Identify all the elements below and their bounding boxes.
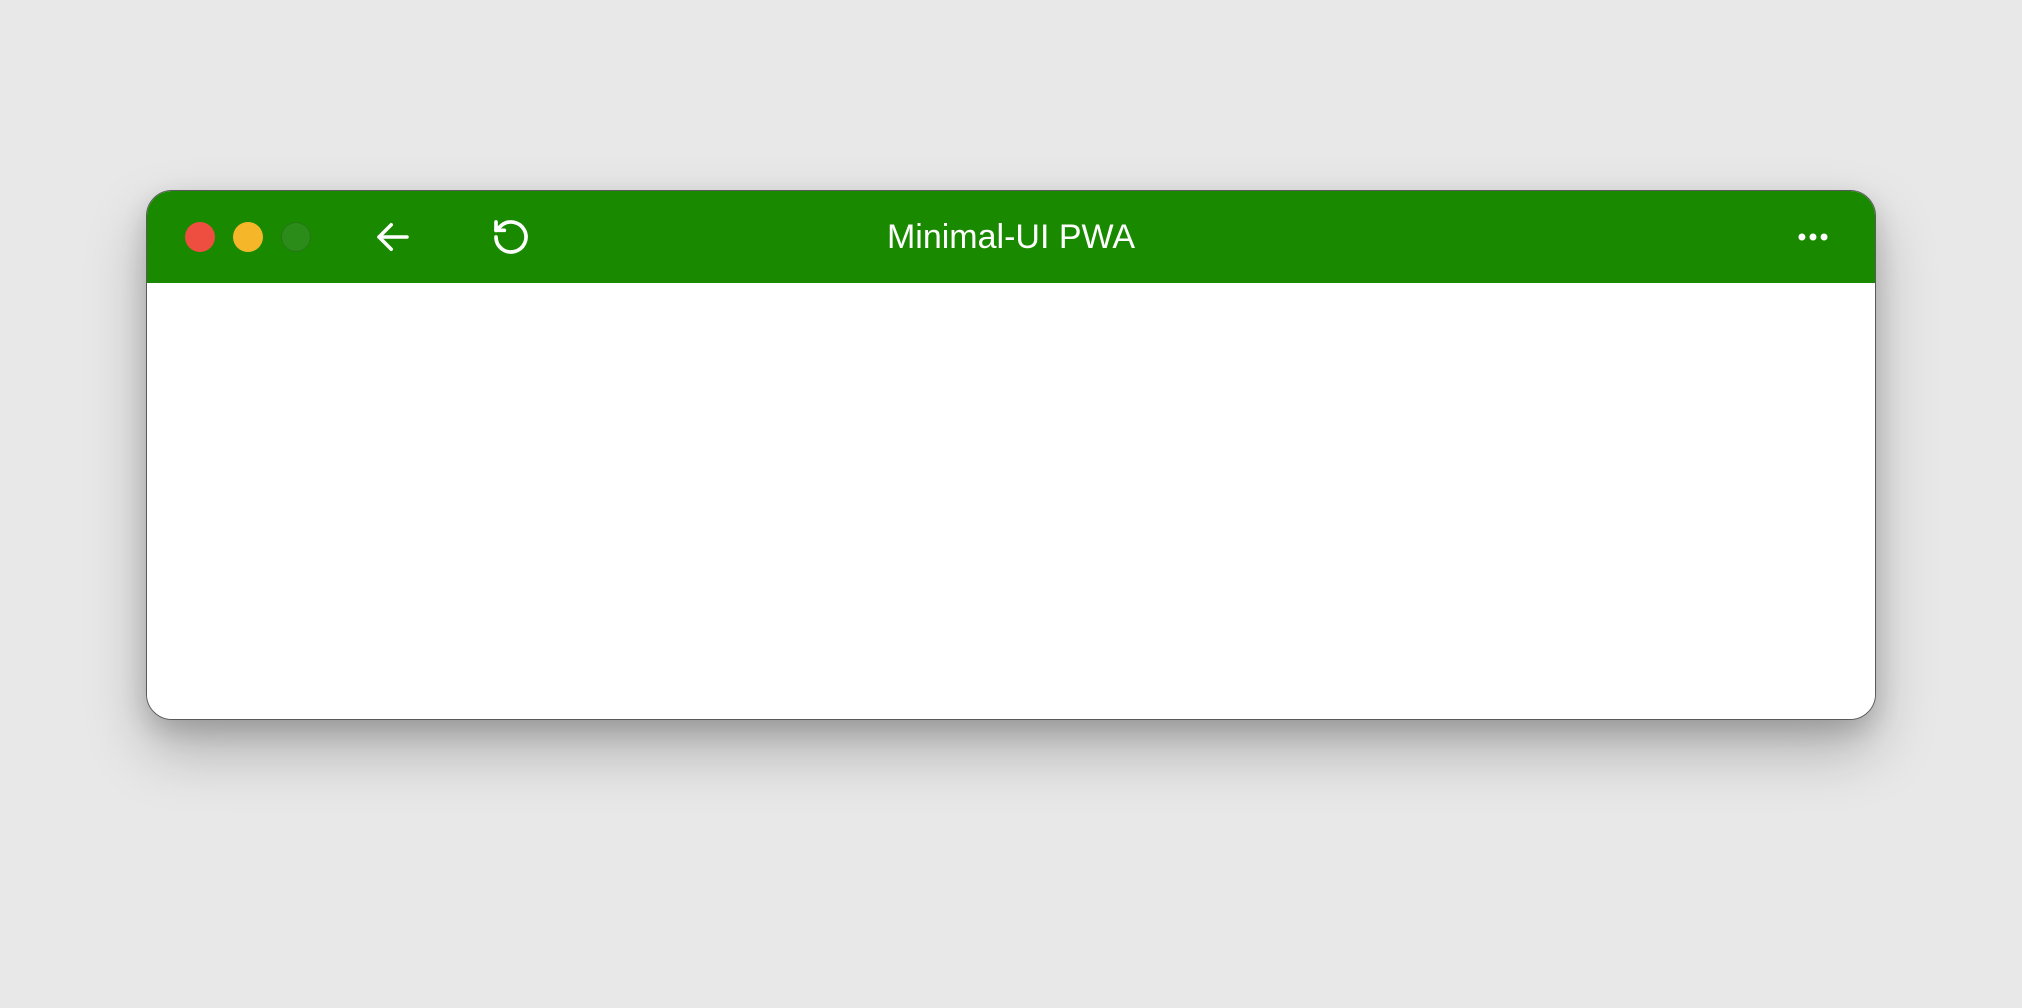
- traffic-lights: [185, 222, 311, 252]
- titlebar: Minimal-UI PWA: [147, 191, 1875, 283]
- more-horizontal-icon: [1794, 218, 1832, 256]
- maximize-button[interactable]: [281, 222, 311, 252]
- arrow-left-icon: [372, 216, 414, 258]
- more-button[interactable]: [1789, 213, 1837, 261]
- back-button[interactable]: [369, 213, 417, 261]
- close-button[interactable]: [185, 222, 215, 252]
- app-window: Minimal-UI PWA: [146, 190, 1876, 720]
- window-title: Minimal-UI PWA: [887, 218, 1135, 257]
- reload-icon: [491, 217, 531, 257]
- content-area: [147, 283, 1875, 719]
- reload-button[interactable]: [487, 213, 535, 261]
- minimize-button[interactable]: [233, 222, 263, 252]
